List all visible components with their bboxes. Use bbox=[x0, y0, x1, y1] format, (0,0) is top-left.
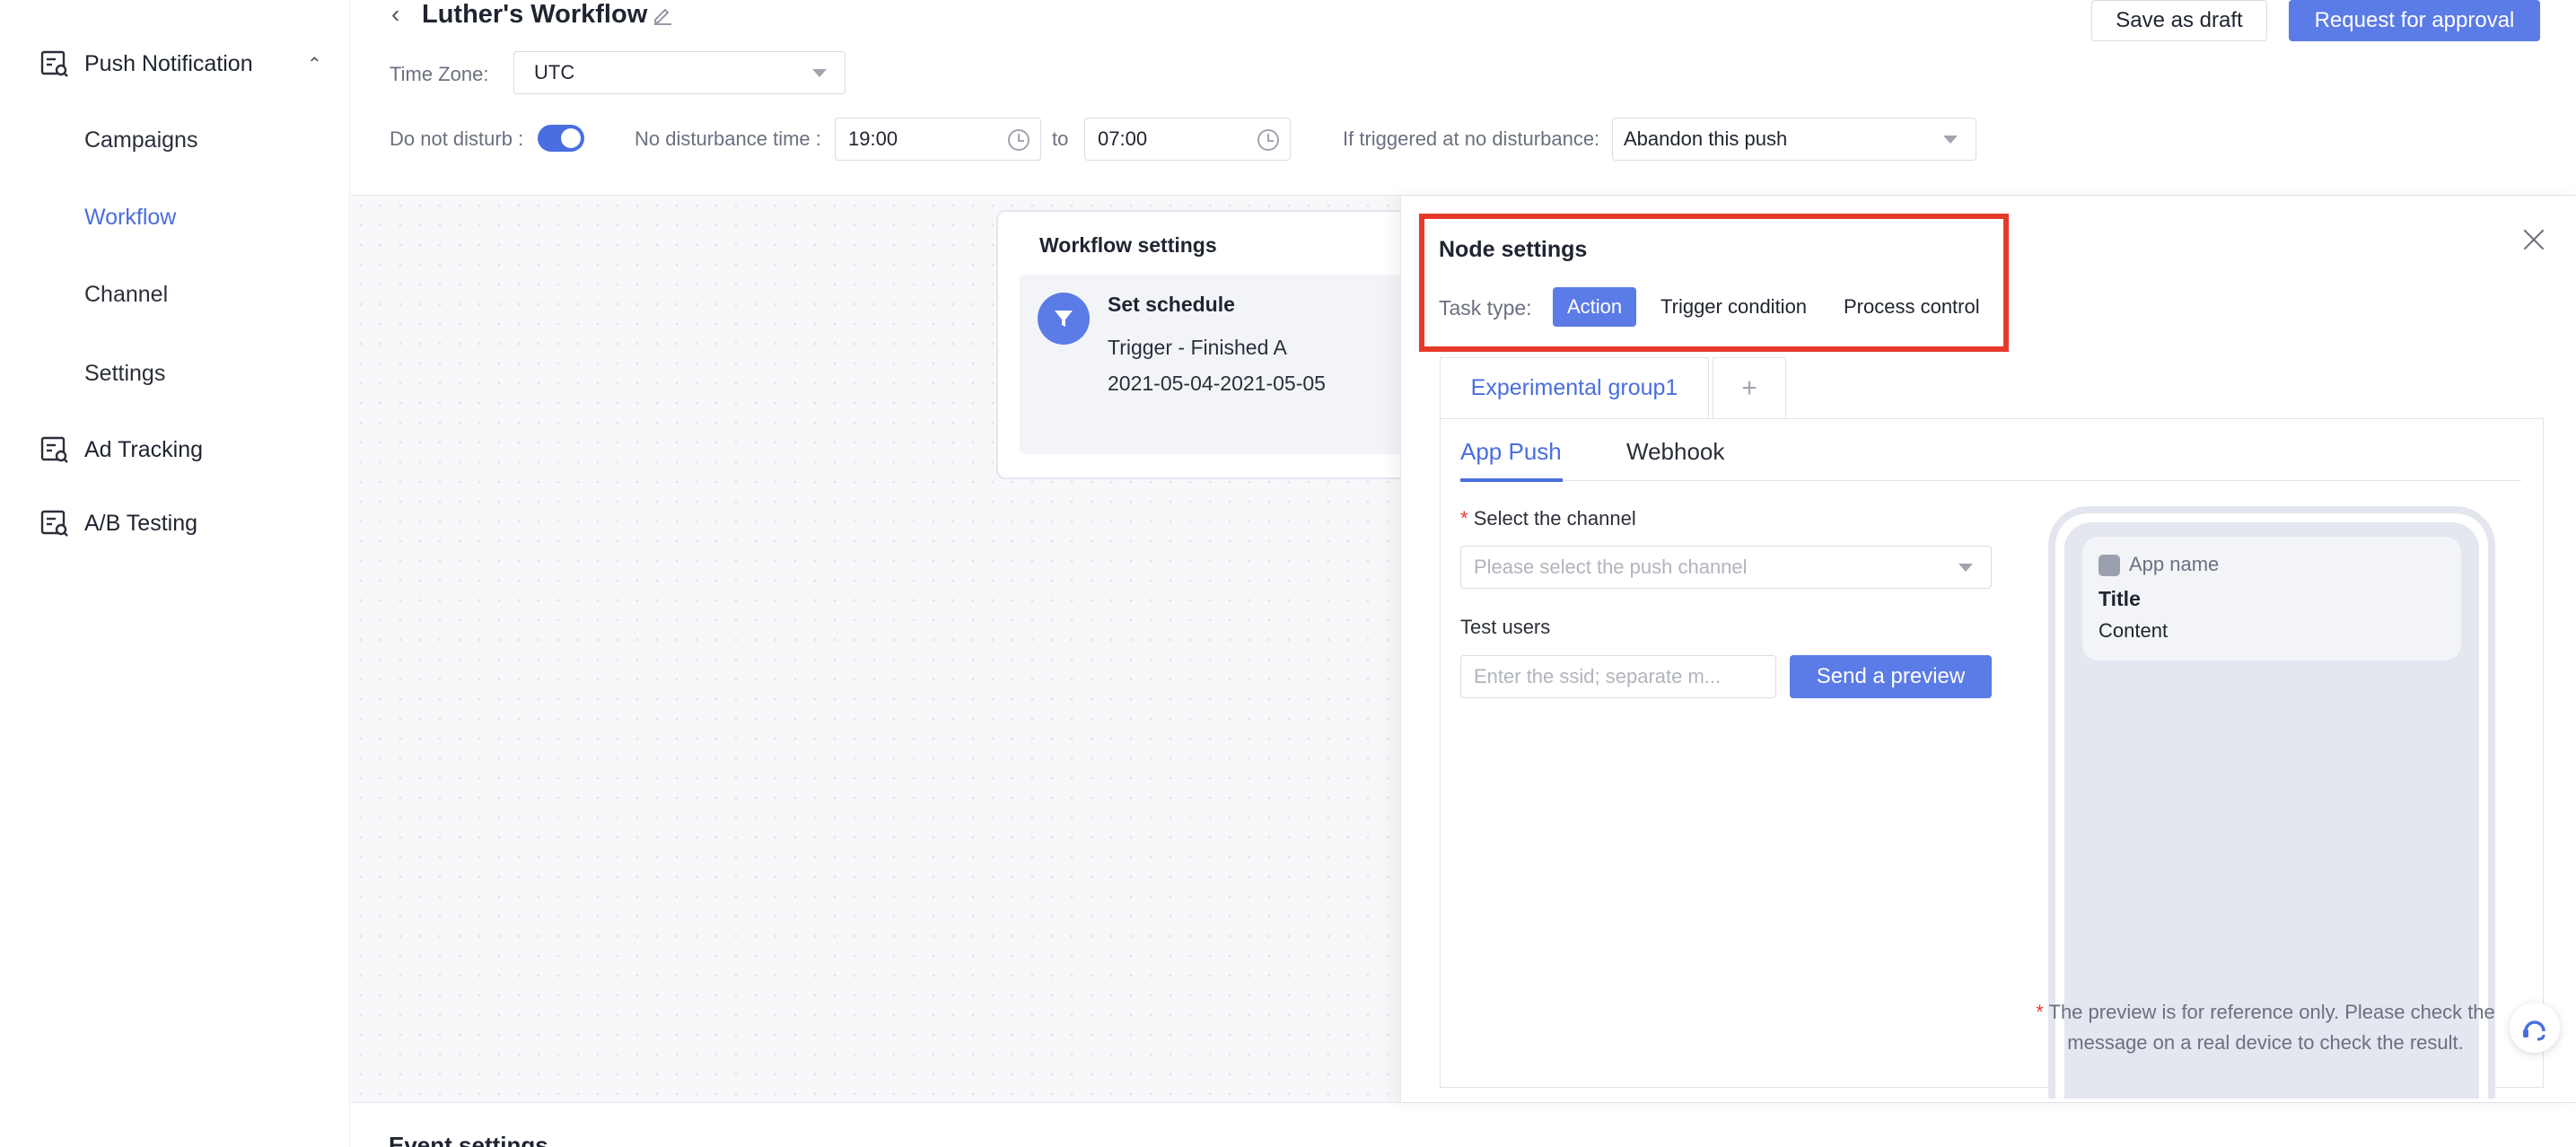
end-time-picker[interactable]: 07:00 bbox=[1084, 118, 1291, 161]
notification-card: App name Title Content bbox=[2082, 537, 2461, 661]
task-type-process-control[interactable]: Process control bbox=[1829, 287, 1994, 327]
event-settings-section: Event settings bbox=[351, 1102, 2576, 1147]
report-icon bbox=[40, 50, 68, 77]
nav-group-ab-testing[interactable]: A/B Testing bbox=[39, 508, 197, 538]
nav-group-ad-tracking[interactable]: Ad Tracking bbox=[39, 434, 203, 465]
add-group-button[interactable]: + bbox=[1713, 357, 1786, 418]
task-type-trigger-condition[interactable]: Trigger condition bbox=[1646, 287, 1821, 327]
workflow-settings-title: Workflow settings bbox=[1039, 233, 1217, 257]
channel-label: * Select the channel bbox=[1460, 507, 1636, 530]
preview-content: Content bbox=[2098, 619, 2169, 642]
test-users-input[interactable]: Enter the ssid; separate m... bbox=[1460, 655, 1776, 698]
start-time-value: 19:00 bbox=[848, 127, 898, 150]
page-title: Luther's Workflow bbox=[422, 0, 648, 29]
active-tab-indicator bbox=[1460, 478, 1563, 482]
preview-note-line1: The preview is for reference only. Pleas… bbox=[2048, 1001, 2495, 1023]
tab-app-push[interactable]: App Push bbox=[1460, 438, 1562, 466]
schedule-title: Set schedule bbox=[1108, 293, 1235, 316]
nav-label-push-notification: Push Notification bbox=[84, 50, 253, 76]
no-disturbance-label: No disturbance time : bbox=[635, 127, 821, 150]
caret-down-icon bbox=[812, 69, 827, 77]
dnd-label: Do not disturb : bbox=[390, 127, 524, 150]
funnel-icon bbox=[1038, 293, 1090, 345]
no-disturbance-action-select[interactable]: Abandon this push bbox=[1612, 118, 1976, 161]
node-settings-title: Node settings bbox=[1439, 237, 1588, 262]
nav-group-push-notification[interactable]: Push Notification ⌃ bbox=[39, 48, 322, 79]
caret-down-icon bbox=[1958, 564, 1973, 572]
task-type-action[interactable]: Action bbox=[1553, 287, 1637, 327]
back-arrow-icon[interactable]: ‹ bbox=[391, 0, 399, 29]
workflow-settings-card[interactable]: Workflow settings Set schedule Trigger -… bbox=[996, 210, 1427, 479]
triggered-label: If triggered at no disturbance: bbox=[1343, 127, 1600, 150]
tab-divider bbox=[1460, 480, 2521, 481]
nav-label-ad-tracking: Ad Tracking bbox=[84, 436, 204, 462]
event-settings-title: Event settings bbox=[389, 1132, 548, 1147]
preview-app-name: App name bbox=[2129, 553, 2220, 575]
sidebar-item-workflow[interactable]: Workflow bbox=[84, 205, 176, 231]
triggered-value: Abandon this push bbox=[1624, 127, 1788, 150]
to-label: to bbox=[1052, 127, 1069, 150]
sidebar-item-campaigns[interactable]: Campaigns bbox=[84, 127, 197, 153]
request-approval-button[interactable]: Request for approval bbox=[2289, 0, 2540, 41]
schedule-dates: 2021-05-04-2021-05-05 bbox=[1108, 372, 1326, 395]
save-as-draft-button[interactable]: Save as draft bbox=[2091, 0, 2267, 41]
chevron-up-icon[interactable]: ⌃ bbox=[307, 53, 322, 75]
report-icon bbox=[40, 436, 68, 463]
channel-select[interactable]: Please select the push channel bbox=[1460, 546, 1992, 589]
required-mark: * bbox=[1460, 507, 1468, 530]
timezone-select[interactable]: UTC bbox=[513, 51, 846, 94]
close-icon[interactable] bbox=[2520, 226, 2547, 253]
preview-disclaimer: * The preview is for reference only. Ple… bbox=[2014, 997, 2517, 1058]
app-icon bbox=[2098, 555, 2120, 576]
caret-down-icon bbox=[1943, 136, 1958, 144]
sidebar: Push Notification ⌃ Campaigns Workflow C… bbox=[0, 0, 350, 1147]
schedule-node[interactable]: Set schedule Trigger - Finished A 2021-0… bbox=[1020, 275, 1415, 454]
test-users-label: Test users bbox=[1460, 616, 1551, 638]
timezone-label: Time Zone: bbox=[390, 63, 489, 85]
preview-title: Title bbox=[2098, 587, 2141, 610]
clock-icon bbox=[1257, 129, 1279, 151]
required-mark: * bbox=[2036, 1001, 2044, 1023]
timezone-value: UTC bbox=[534, 61, 575, 83]
help-support-button[interactable] bbox=[2510, 1003, 2560, 1053]
task-type-label: Task type: bbox=[1439, 296, 1532, 320]
report-icon bbox=[40, 510, 68, 537]
highlight-box bbox=[1419, 214, 2009, 352]
channel-label-text: Select the channel bbox=[1473, 507, 1636, 530]
start-time-picker[interactable]: 19:00 bbox=[835, 118, 1041, 161]
sidebar-item-settings[interactable]: Settings bbox=[84, 361, 165, 387]
nav-label-ab-testing: A/B Testing bbox=[84, 510, 198, 536]
end-time-value: 07:00 bbox=[1098, 127, 1148, 150]
dnd-toggle[interactable] bbox=[538, 125, 584, 152]
preview-note-line2: message on a real device to check the re… bbox=[2067, 1031, 2464, 1054]
tab-experimental-group1[interactable]: Experimental group1 bbox=[1440, 357, 1709, 418]
sidebar-item-channel[interactable]: Channel bbox=[84, 282, 168, 308]
channel-placeholder: Please select the push channel bbox=[1474, 556, 1748, 578]
clock-icon bbox=[1008, 129, 1030, 151]
schedule-trigger: Trigger - Finished A bbox=[1108, 336, 1287, 359]
headset-icon bbox=[2523, 1020, 2545, 1041]
edit-pencil-icon[interactable] bbox=[652, 4, 673, 25]
send-preview-button[interactable]: Send a preview bbox=[1790, 655, 1992, 698]
tab-webhook[interactable]: Webhook bbox=[1626, 438, 1724, 466]
